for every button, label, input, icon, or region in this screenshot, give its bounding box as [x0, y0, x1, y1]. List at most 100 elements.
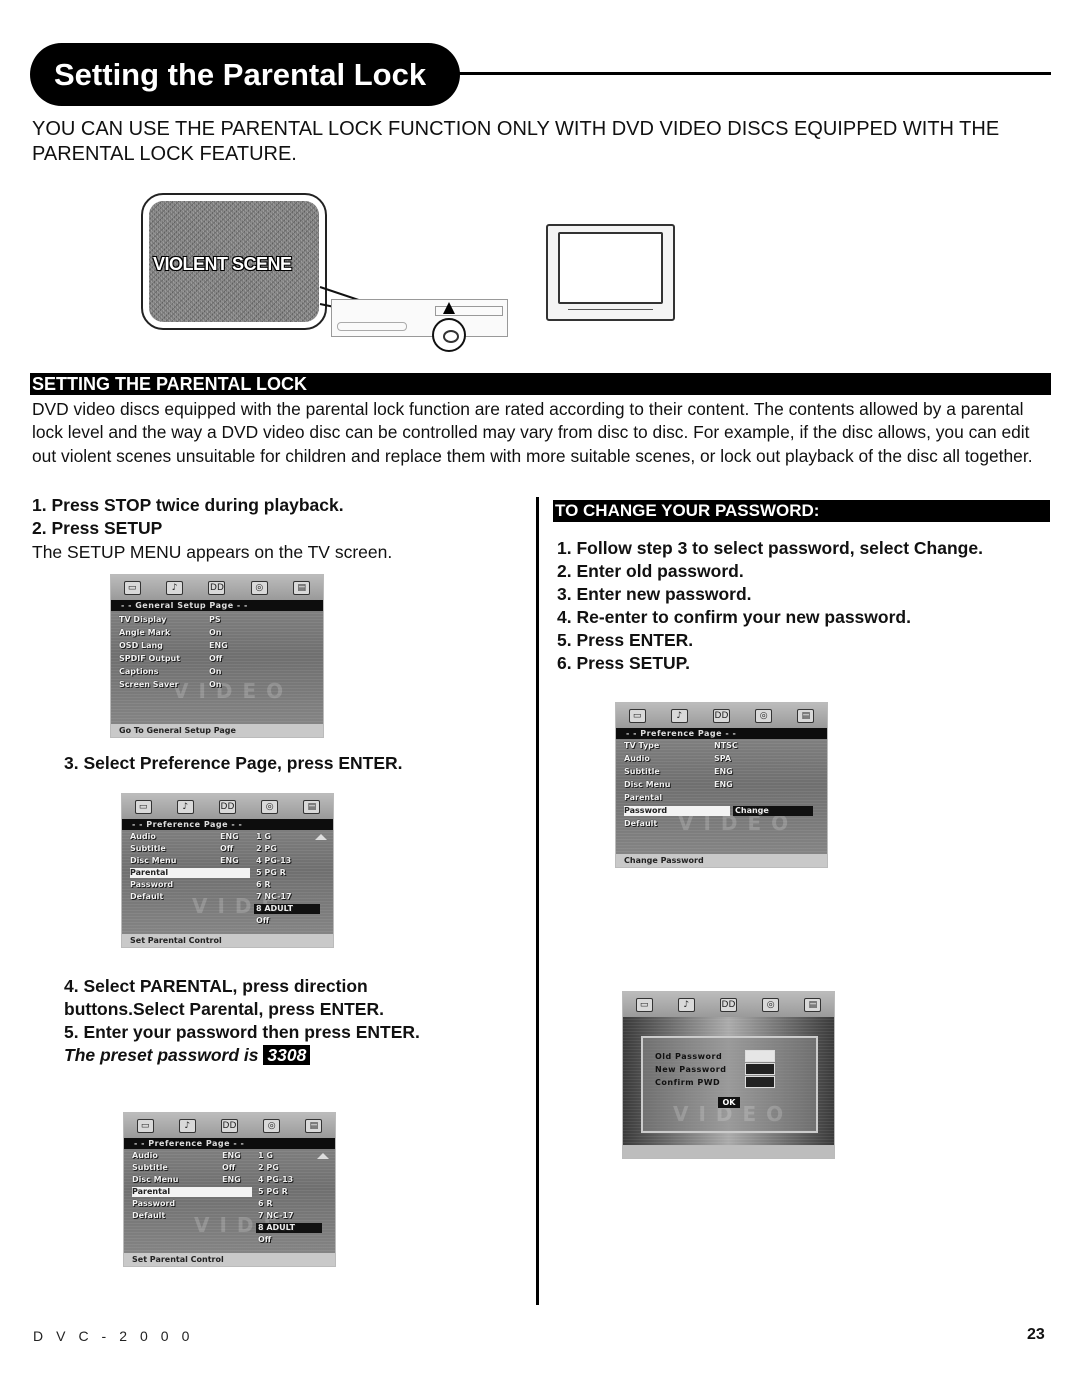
- rating-option: 1 G: [256, 832, 271, 841]
- old-password-label: Old Password: [655, 1052, 723, 1061]
- osd-row: Disc Menu ENG: [130, 856, 239, 865]
- osd-footer: Change Password: [616, 854, 827, 867]
- osd-row: Audio ENG: [130, 832, 239, 841]
- change-option-selected: Change: [733, 806, 813, 816]
- osd-icon-bar: ▭ ♪ DD ◎ ▤: [111, 575, 323, 600]
- osd-row-selected: Password: [624, 806, 730, 816]
- video-setup-icon: ◎: [250, 580, 268, 595]
- rating-option: 2 PG: [256, 844, 277, 853]
- osd-row: Subtitle Off: [132, 1163, 236, 1172]
- rating-option: 5 PG R: [258, 1187, 288, 1196]
- preference-icon: ▤: [804, 997, 822, 1012]
- osd-row: SPDIF Output Off: [119, 654, 223, 663]
- rating-option: 4 PG-13: [258, 1175, 294, 1184]
- osd-icon-bar: ▭ ♪ DD ◎ ▤: [124, 1113, 335, 1138]
- rating-option: 2 PG: [258, 1163, 279, 1172]
- osd-row: Default: [624, 819, 658, 828]
- osd-row: Audio SPA: [624, 754, 732, 763]
- osd-row: OSD Lang ENG: [119, 641, 228, 650]
- intro-text: YOU CAN USE THE PARENTAL LOCK FUNCTION O…: [32, 118, 1000, 165]
- rating-option: 7 NC-17: [256, 892, 292, 901]
- preference-icon: ▤: [797, 708, 815, 723]
- rating-option: Off: [256, 916, 270, 925]
- step-2: 2. Press SETUP: [32, 518, 163, 538]
- new-password-field: [745, 1063, 775, 1075]
- osd-footer: Set Parental Control: [122, 934, 333, 947]
- osd-password-dialog-screen: ▭ ♪ DD ◎ ▤ VIDEO Old Password New Passwo…: [622, 991, 835, 1159]
- osd-preference-password-screen: ▭ ♪ DD ◎ ▤ - - Preference Page - - VIDEO…: [615, 702, 828, 868]
- audio-setup-icon: ♪: [178, 1118, 196, 1133]
- rating-option-selected: 8 ADULT: [256, 1223, 322, 1233]
- change-step-4: 4. Re-enter to confirm your new password…: [557, 607, 911, 627]
- osd-row-selected: Parental: [132, 1187, 252, 1197]
- osd-general-setup-screen: ▭ ♪ DD ◎ ▤ - - General Setup Page - - VI…: [110, 574, 324, 738]
- step-4: 4. Select PARENTAL, press direction butt…: [64, 976, 384, 1019]
- video-setup-icon: ◎: [261, 799, 279, 814]
- step-2-note: The SETUP MENU appears on the TV screen.: [32, 542, 393, 562]
- title-rule: [455, 72, 1051, 75]
- osd-row: TV Display PS: [119, 615, 221, 624]
- dolby-digital-icon: DD: [218, 799, 236, 814]
- general-setup-icon: ▭: [628, 708, 646, 723]
- osd-footer: Set Parental Control: [124, 1253, 335, 1266]
- rating-option: 5 PG R: [256, 868, 286, 877]
- osd-row: Disc Menu ENG: [132, 1175, 241, 1184]
- osd-icon-bar: ▭ ♪ DD ◎ ▤: [623, 992, 834, 1017]
- osd-row: Password: [130, 880, 174, 889]
- dvd-vcr-player-illustration: [331, 299, 508, 337]
- dolby-digital-icon: DD: [220, 1118, 238, 1133]
- osd-row: Angle Mark On: [119, 628, 222, 637]
- confirm-password-label: Confirm PWD: [655, 1078, 721, 1087]
- osd-footer: Go To General Setup Page: [111, 724, 323, 737]
- osd-icon-bar: ▭ ♪ DD ◎ ▤: [122, 794, 333, 819]
- page-title: Setting the Parental Lock: [30, 43, 460, 106]
- rating-option: 6 R: [256, 880, 271, 889]
- general-setup-icon: ▭: [123, 580, 141, 595]
- audio-setup-icon: ♪: [176, 799, 194, 814]
- change-step-6: 6. Press SETUP.: [557, 653, 690, 673]
- dolby-digital-icon: DD: [208, 580, 226, 595]
- arrow-up-icon: [443, 302, 455, 314]
- password-dialog: VIDEO Old Password New Password Confirm …: [641, 1036, 818, 1133]
- dolby-digital-icon: DD: [719, 997, 737, 1012]
- tv-screen: [558, 232, 663, 304]
- change-step-2: 2. Enter old password.: [557, 561, 744, 581]
- rating-option-selected: 8 ADULT: [254, 904, 320, 914]
- rating-option: Off: [258, 1235, 272, 1244]
- violent-scene-callout: VIOLENT SCENE: [141, 193, 327, 330]
- step-3: 3. Select Preference Page, press ENTER.: [64, 753, 403, 773]
- osd-header: - - Preference Page - -: [616, 728, 827, 739]
- tv-static-image: VIOLENT SCENE: [149, 201, 319, 322]
- osd-icon-bar: ▭ ♪ DD ◎ ▤: [616, 703, 827, 728]
- preset-password-note: The preset password is 3308: [64, 1044, 311, 1067]
- scroll-up-icon: [315, 834, 327, 840]
- osd-row: Subtitle Off: [130, 844, 234, 853]
- change-password-heading: TO CHANGE YOUR PASSWORD:: [553, 500, 1050, 522]
- section-description: DVD video discs equipped with the parent…: [32, 399, 1033, 466]
- rating-option: 6 R: [258, 1199, 273, 1208]
- osd-preference-parental-screen-2: ▭ ♪ DD ◎ ▤ - - Preference Page - - VIDE …: [123, 1112, 336, 1267]
- preference-icon: ▤: [305, 1118, 323, 1133]
- footer-model: DVC-2000: [33, 1328, 203, 1344]
- section-heading: SETTING THE PARENTAL LOCK: [30, 373, 1051, 395]
- preset-password-badge: 3308: [263, 1045, 311, 1065]
- osd-row: Screen Saver On: [119, 680, 222, 689]
- osd-row: Default: [130, 892, 164, 901]
- general-setup-icon: ▭: [136, 1118, 154, 1133]
- video-setup-icon: ◎: [263, 1118, 281, 1133]
- rating-option: 4 PG-13: [256, 856, 292, 865]
- osd-preference-parental-screen: ▭ ♪ DD ◎ ▤ - - Preference Page - - VIDE …: [121, 793, 334, 948]
- step-1: 1. Press STOP twice during playback.: [32, 495, 344, 515]
- osd-row: Audio ENG: [132, 1151, 241, 1160]
- new-password-label: New Password: [655, 1065, 727, 1074]
- scroll-up-icon: [317, 1153, 329, 1159]
- osd-row: Disc Menu ENG: [624, 780, 733, 789]
- change-step-3: 3. Enter new password.: [557, 584, 752, 604]
- tv-illustration: [546, 224, 675, 321]
- player-buttons: [337, 322, 407, 331]
- video-setup-icon: ◎: [755, 708, 773, 723]
- step-5: 5. Enter your password then press ENTER.: [64, 1022, 420, 1042]
- video-setup-icon: ◎: [762, 997, 780, 1012]
- general-setup-icon: ▭: [134, 799, 152, 814]
- audio-setup-icon: ♪: [166, 580, 184, 595]
